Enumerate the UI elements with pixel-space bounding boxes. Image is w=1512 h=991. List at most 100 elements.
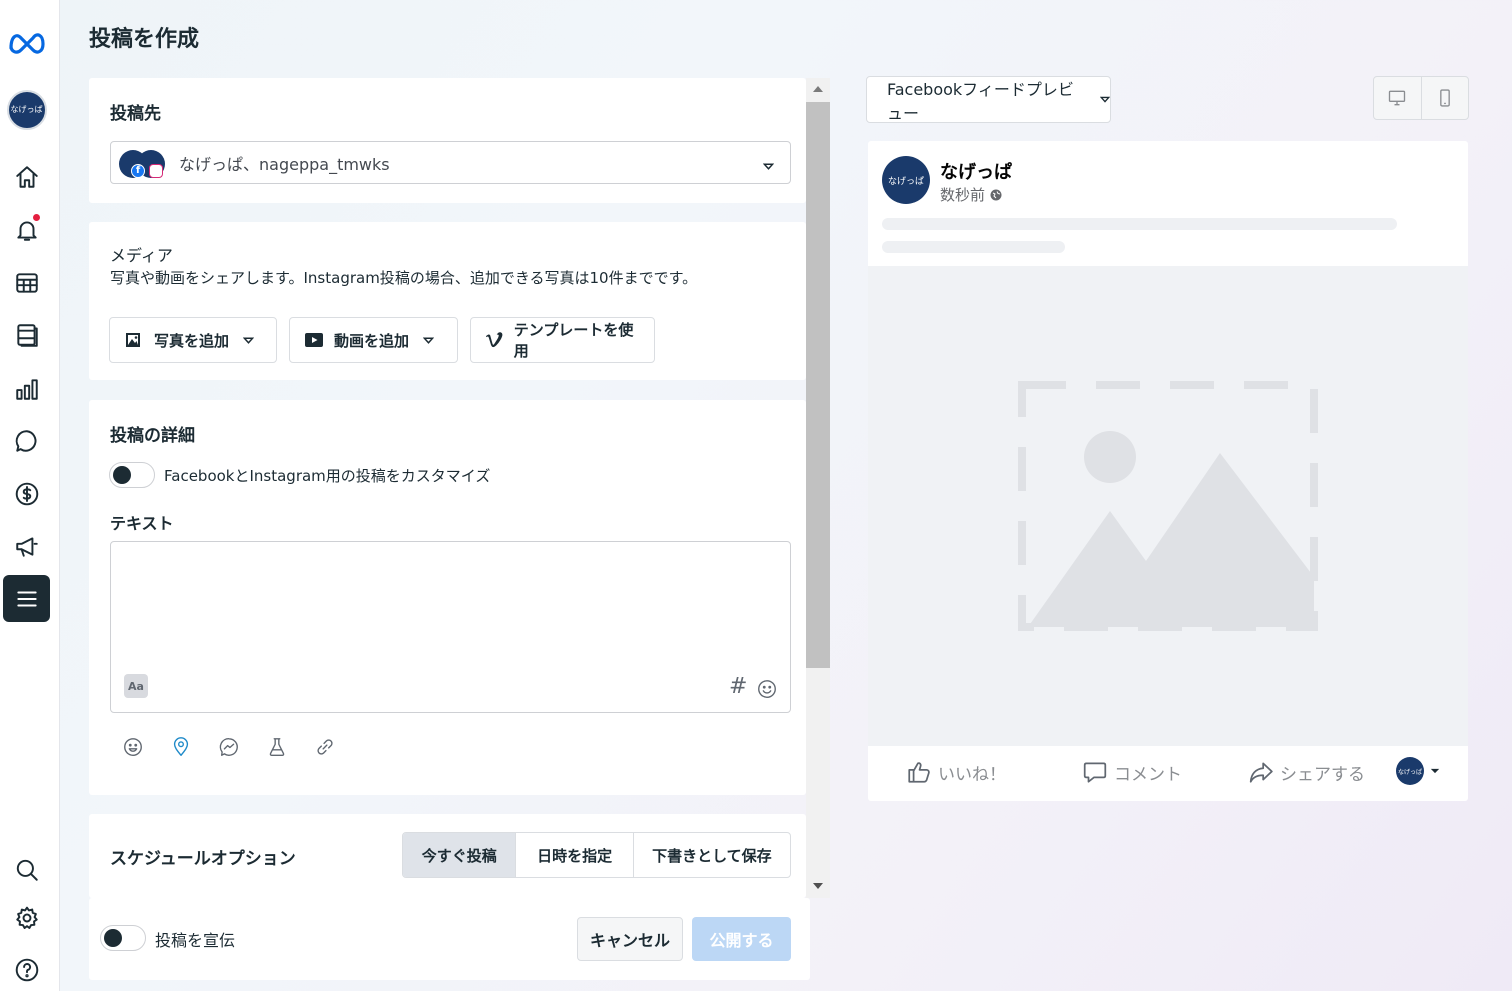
schedule-card: スケジュールオプション 今すぐ投稿 日時を指定 下書きとして保存 — [89, 814, 806, 898]
bell-icon[interactable] — [3, 206, 50, 253]
emoji-icon[interactable] — [756, 678, 778, 704]
comment-action[interactable]: コメント — [1082, 759, 1182, 785]
avatar-text: なげっぱ — [1397, 768, 1422, 776]
share-icon — [1249, 762, 1273, 783]
publish-button[interactable]: 公開する — [692, 917, 791, 961]
text-format-button[interactable]: Aa — [124, 674, 148, 698]
notification-badge — [33, 214, 40, 221]
dollar-icon[interactable] — [3, 470, 50, 517]
image-placeholder-icon — [1018, 381, 1318, 631]
add-video-label: 動画を追加 — [334, 331, 410, 350]
caret-down-icon — [1430, 768, 1440, 774]
post-details-card: 投稿の詳細 FacebookとInstagram用の投稿をカスタマイズ テキスト… — [89, 400, 806, 795]
hashtag-button[interactable]: # — [729, 674, 747, 699]
photo-icon — [126, 333, 140, 347]
text-label: テキスト — [110, 514, 174, 533]
destination-avatars: f — [119, 148, 167, 178]
destination-value: なげっぱ、nageppa_tmwks — [179, 154, 390, 174]
avatar-text: なげっぱ — [10, 105, 43, 114]
share-action[interactable]: シェアする — [1248, 759, 1365, 785]
bar-chart-icon[interactable] — [3, 365, 50, 412]
cancel-button[interactable]: キャンセル — [577, 917, 683, 961]
toggle-knob — [113, 466, 131, 484]
post-text-input[interactable]: Aa # — [110, 541, 791, 713]
text-format-label: Aa — [128, 679, 144, 693]
preview-timestamp: 数秒前 — [940, 186, 986, 204]
add-photo-label: 写真を追加 — [154, 331, 230, 350]
use-template-button[interactable]: テンプレートを使用 — [470, 317, 655, 363]
page-title: 投稿を作成 — [89, 27, 200, 52]
home-icon[interactable] — [3, 153, 50, 200]
feeling-icon[interactable] — [122, 736, 144, 762]
schedule-option-datetime[interactable]: 日時を指定 — [516, 833, 634, 877]
globe-icon — [990, 189, 1002, 200]
destination-select[interactable]: f なげっぱ、nageppa_tmwks — [110, 141, 791, 184]
scroll-up-arrow[interactable] — [813, 86, 823, 92]
scroll-down-arrow[interactable] — [813, 883, 823, 889]
destination-title: 投稿先 — [110, 104, 161, 124]
chevron-down-icon — [1100, 96, 1110, 103]
boost-toggle[interactable] — [100, 925, 146, 951]
gear-icon[interactable] — [3, 894, 50, 941]
schedule-options: 今すぐ投稿 日時を指定 下書きとして保存 — [402, 832, 791, 878]
hashtag-symbol: # — [729, 674, 748, 699]
feed-post-preview: なげっぱ なげっぱ 数秒前 いいね！ コメント シェアする なげっぱ — [868, 141, 1468, 801]
compose-footer: 投稿を宣伝 キャンセル 公開する — [89, 898, 810, 980]
media-card: メディア 写真や動画をシェアします。Instagram投稿の場合、追加できる写真… — [89, 222, 806, 380]
customize-label: FacebookとInstagram用の投稿をカスタマイズ — [164, 467, 491, 485]
chat-icon[interactable] — [3, 417, 50, 464]
link-icon[interactable] — [314, 736, 336, 762]
messenger-icon[interactable] — [218, 736, 240, 762]
chevron-down-icon — [423, 336, 435, 344]
comment-icon — [1083, 762, 1107, 783]
page-avatar: なげっぱ — [6, 89, 47, 130]
form-scrollbar[interactable] — [806, 78, 830, 898]
boost-label: 投稿を宣伝 — [155, 931, 236, 950]
menu-icon[interactable] — [3, 575, 50, 622]
facebook-badge-icon: f — [131, 163, 145, 178]
use-template-label: テンプレートを使用 — [513, 321, 634, 360]
device-toggle — [1373, 76, 1469, 120]
text-skeleton-line — [882, 241, 1065, 253]
like-label: いいね！ — [938, 764, 1006, 785]
like-action[interactable]: いいね！ — [906, 759, 1006, 785]
text-skeleton-line — [882, 218, 1397, 230]
preview-placement-label: Facebookフィードプレビュー — [887, 79, 1074, 123]
chevron-down-icon — [762, 157, 775, 170]
preview-placement-select[interactable]: Facebookフィードプレビュー — [866, 76, 1111, 123]
meta-logo-icon[interactable] — [3, 18, 50, 65]
media-description: 写真や動画をシェアします。Instagram投稿の場合、追加できる写真は10件ま… — [110, 269, 698, 287]
preview-timestamp-row: 数秒前 — [940, 184, 1002, 205]
add-photo-button[interactable]: 写真を追加 — [109, 317, 277, 363]
avatar-text: なげっぱ — [887, 176, 924, 187]
media-title: メディア — [110, 246, 173, 265]
customize-toggle[interactable] — [109, 462, 155, 488]
schedule-option-now[interactable]: 今すぐ投稿 — [403, 833, 517, 877]
pages-icon[interactable] — [3, 311, 50, 358]
add-video-button[interactable]: 動画を追加 — [289, 317, 458, 363]
instagram-badge-icon — [149, 163, 163, 178]
megaphone-icon[interactable] — [3, 522, 50, 569]
media-placeholder — [868, 266, 1468, 746]
left-nav-rail: なげっぱ — [0, 0, 60, 991]
chevron-down-icon — [243, 336, 255, 344]
preview-page-avatar: なげっぱ — [882, 156, 930, 204]
mobile-preview-button[interactable] — [1422, 77, 1469, 119]
schedule-title: スケジュールオプション — [110, 849, 296, 869]
scroll-thumb[interactable] — [806, 102, 830, 668]
table-icon[interactable] — [3, 259, 50, 306]
location-icon[interactable] — [170, 736, 192, 762]
video-icon — [305, 333, 323, 347]
flask-icon[interactable] — [266, 736, 288, 762]
preview-page-name: なげっぱ — [940, 162, 1012, 183]
mobile-icon — [1439, 89, 1450, 107]
comment-label: コメント — [1114, 764, 1182, 785]
toggle-knob — [104, 929, 122, 947]
profile-switcher[interactable]: なげっぱ — [3, 86, 50, 133]
schedule-option-draft[interactable]: 下書きとして保存 — [634, 833, 790, 877]
thumbs-up-icon — [908, 762, 930, 783]
search-icon[interactable] — [3, 846, 50, 893]
desktop-preview-button[interactable] — [1374, 77, 1422, 119]
help-icon[interactable] — [3, 946, 50, 991]
preview-audience-selector[interactable]: なげっぱ — [1396, 757, 1440, 785]
